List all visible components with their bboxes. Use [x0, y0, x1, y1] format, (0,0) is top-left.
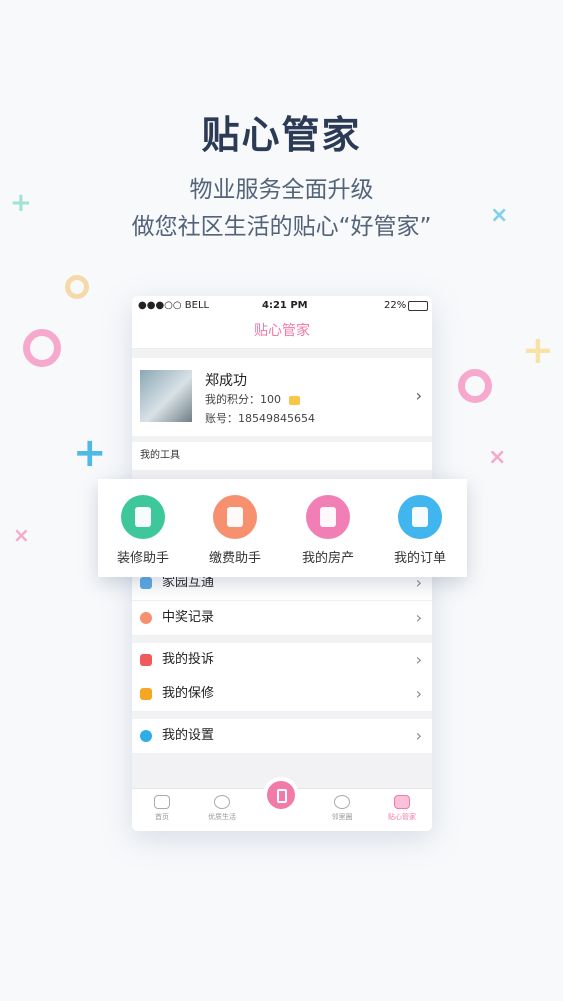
payment-icon: [213, 495, 257, 539]
home-icon: [154, 795, 170, 809]
points-label: 我的积分：100: [205, 393, 281, 406]
wrench-icon: [140, 688, 152, 700]
menu-item-prize-records[interactable]: 中奖记录 ›: [132, 601, 432, 636]
decor-ring-pink-right: [458, 369, 492, 403]
chevron-right-icon: ›: [415, 650, 422, 669]
nav-title: 贴心管家: [132, 316, 432, 349]
price-tag-icon: [398, 495, 442, 539]
subtitle-line-1: 物业服务全面升级: [189, 177, 374, 203]
chat-bubble-icon: [140, 654, 152, 666]
avatar: [140, 370, 192, 422]
tool-property[interactable]: 我的房产: [288, 495, 368, 566]
menu-item-complaints[interactable]: 我的投诉 ›: [132, 643, 432, 678]
decor-plus-yellow: +: [522, 328, 554, 372]
subtitle-line-2: 做您社区生活的贴心“好管家”: [131, 214, 432, 240]
user-name: 郑成功: [205, 373, 247, 389]
decor-plus-mint: +: [10, 188, 32, 218]
heart-icon: [214, 795, 230, 809]
tab-butler[interactable]: 贴心管家: [372, 795, 432, 822]
profile-card[interactable]: 郑成功 我的积分：100 账号：18549845654 ›: [132, 358, 432, 436]
tools-header: 我的工具: [132, 442, 432, 470]
decor-plus-blue: +: [73, 430, 107, 476]
menu-item-repairs[interactable]: 我的保修 ›: [132, 677, 432, 712]
tool-payment[interactable]: 缴费助手: [195, 495, 275, 566]
battery-icon: [408, 301, 428, 311]
decor-ring-yellow: [65, 275, 89, 299]
flower-icon: [140, 612, 152, 624]
tab-home[interactable]: 首页: [132, 795, 192, 822]
battery-label: 22%: [384, 300, 407, 311]
door-button[interactable]: [263, 777, 299, 813]
clover-icon: [334, 795, 350, 809]
chevron-right-icon: ›: [415, 386, 422, 405]
tool-renovation[interactable]: 装修助手: [103, 495, 183, 566]
decor-cross-pink-left: ×: [13, 523, 30, 547]
tab-neighborhood[interactable]: 邻里圈: [312, 795, 372, 822]
tab-quality-life[interactable]: 优质生活: [192, 795, 252, 822]
coin-icon: [289, 395, 300, 405]
building-icon: [306, 495, 350, 539]
gear-icon: [140, 730, 152, 742]
chevron-right-icon: ›: [415, 608, 422, 627]
status-bar: ●●●○○ BELL 4:21 PM 22%: [132, 296, 432, 316]
paint-roller-icon: [121, 495, 165, 539]
points-row: 我的积分：100: [205, 391, 300, 407]
decor-ring-pink: [23, 329, 61, 367]
clock: 4:21 PM: [262, 300, 308, 311]
account-label: 账号：18549845654: [205, 412, 315, 425]
chevron-right-icon: ›: [415, 726, 422, 745]
chevron-right-icon: ›: [415, 684, 422, 703]
decor-cross-blue: ×: [490, 203, 509, 228]
tab-bar: 首页 优质生活 邻里圈 贴心管家: [132, 777, 432, 831]
carrier-label: ●●●○○ BELL: [138, 300, 210, 311]
page-title: 贴心管家: [201, 113, 362, 157]
tool-orders[interactable]: 我的订单: [380, 495, 460, 566]
house-icon: [140, 577, 152, 589]
menu-item-settings[interactable]: 我的设置 ›: [132, 719, 432, 754]
decor-cross-pink: ×: [488, 445, 507, 470]
butler-icon: [394, 795, 410, 809]
tools-card: 装修助手 缴费助手 我的房产 我的订单: [98, 479, 467, 577]
